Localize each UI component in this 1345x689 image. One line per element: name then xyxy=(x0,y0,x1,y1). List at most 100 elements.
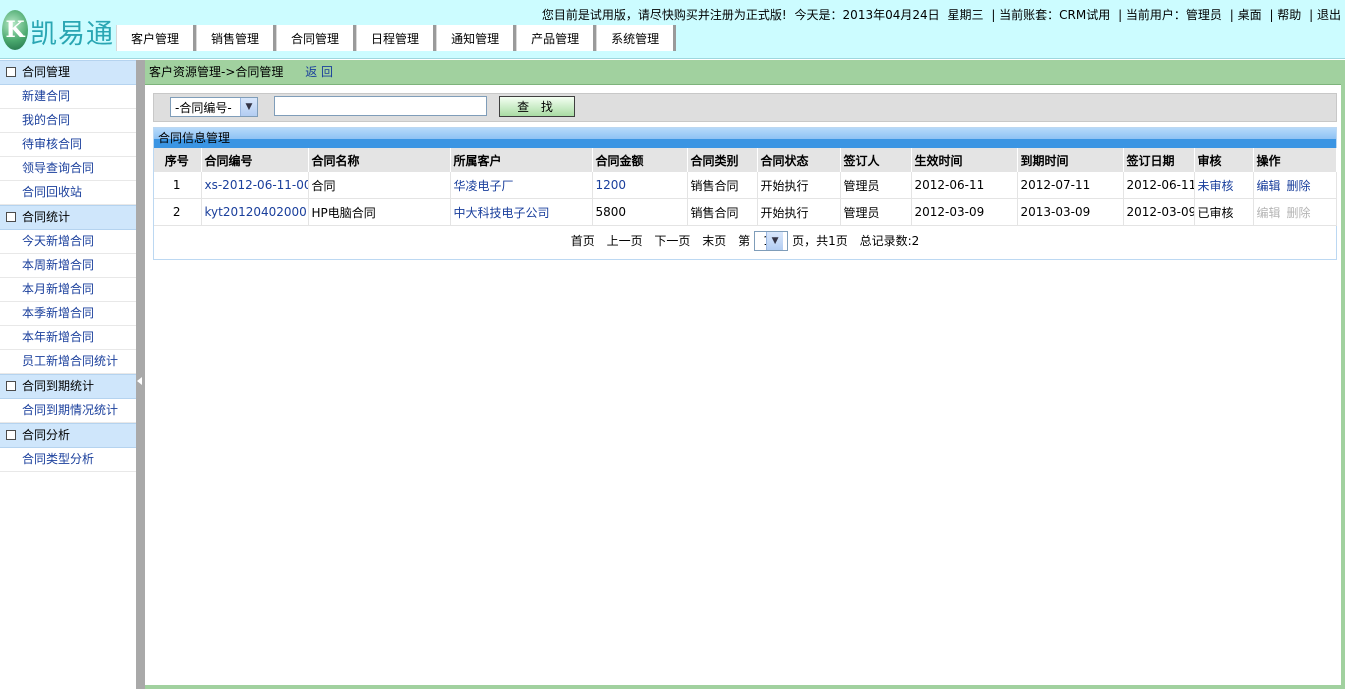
back-link[interactable]: 返 回 xyxy=(305,65,333,79)
pager: 首页 上一页 下一页 末页 第1▼页，共1页 总记录数:2 xyxy=(154,226,1336,256)
pager-page-prefix: 第 xyxy=(738,234,751,248)
nav-tab-product[interactable]: 产品管理 xyxy=(516,25,597,51)
sidebar-item-week-new[interactable]: 本周新增合同 xyxy=(0,254,136,278)
sidebar-item-my-contracts[interactable]: 我的合同 xyxy=(0,109,136,133)
cell-seq: 1 xyxy=(154,172,202,199)
today-date: 今天是：2013年04月24日 xyxy=(794,8,940,22)
logout-link[interactable]: | 退出 xyxy=(1309,8,1341,22)
audit-link[interactable]: 未审核 xyxy=(1198,179,1234,193)
sidebar-item-pending-review[interactable]: 待审核合同 xyxy=(0,133,136,157)
cell-audit: 已审核 xyxy=(1194,198,1254,226)
col-header-code[interactable]: 合同编号 xyxy=(201,148,309,172)
app-header: K 凯易通 您目前是试用版，请尽快购买并注册为正式版! 今天是：2013年04月… xyxy=(0,0,1345,59)
sidebar-item-new-contract[interactable]: 新建合同 xyxy=(0,85,136,109)
col-header-start[interactable]: 生效时间 xyxy=(911,148,1018,172)
col-header-signed[interactable]: 签订日期 xyxy=(1123,148,1195,172)
contract-code-link[interactable]: xs-2012-06-11-001 xyxy=(205,178,308,192)
sidebar-section-title: 合同到期统计 xyxy=(22,379,95,393)
cell-name: HP电脑合同 xyxy=(308,198,451,226)
sidebar-section-contract-manage[interactable]: 合同管理 xyxy=(0,60,136,85)
sidebar-section-title: 合同统计 xyxy=(22,210,71,224)
cell-signed: 2012-06-11 xyxy=(1123,172,1195,199)
sidebar-item-quarter-new[interactable]: 本季新增合同 xyxy=(0,302,136,326)
pager-next[interactable]: 下一页 xyxy=(654,234,690,248)
edit-link[interactable]: 编辑 xyxy=(1257,179,1281,193)
cell-end: 2012-07-11 xyxy=(1017,172,1124,199)
contract-code-link[interactable]: kyt201204020001 xyxy=(205,205,308,219)
breadcrumb: 客户资源管理->合同管理 返 回 xyxy=(145,60,1345,85)
sidebar-section-expiry-stats[interactable]: 合同到期统计 xyxy=(0,374,136,399)
sidebar-item-employee-stats[interactable]: 员工新增合同统计 xyxy=(0,350,136,374)
sidebar-item-month-new[interactable]: 本月新增合同 xyxy=(0,278,136,302)
sidebar-item-recycle-bin[interactable]: 合同回收站 xyxy=(0,181,136,205)
col-header-name[interactable]: 合同名称 xyxy=(308,148,451,172)
sidebar-item-leader-query[interactable]: 领导查询合同 xyxy=(0,157,136,181)
col-header-seq: 序号 xyxy=(154,148,202,172)
pager-page-suffix: 页，共1页 xyxy=(792,234,848,248)
cell-name: 合同 xyxy=(308,172,451,199)
triangle-left-icon[interactable] xyxy=(137,377,142,385)
edit-link-disabled: 编辑 xyxy=(1256,205,1281,220)
col-header-category[interactable]: 合同类别 xyxy=(687,148,758,172)
nav-tab-customer[interactable]: 客户管理 xyxy=(116,25,197,51)
chevron-down-icon[interactable]: ▼ xyxy=(240,98,257,116)
search-bar: -合同编号- ▼ 查 找 xyxy=(153,93,1337,122)
delete-link-disabled: 删除 xyxy=(1286,205,1311,220)
nav-tab-system[interactable]: 系统管理 xyxy=(596,25,677,51)
sidebar-item-type-analysis[interactable]: 合同类型分析 xyxy=(0,448,136,472)
sidebar-section-contract-analysis[interactable]: 合同分析 xyxy=(0,423,136,448)
desktop-link[interactable]: | 桌面 xyxy=(1230,8,1262,22)
nav-tab-contract[interactable]: 合同管理 xyxy=(276,25,357,51)
search-input[interactable] xyxy=(274,96,487,116)
sidebar-item-expiry-report[interactable]: 合同到期情况统计 xyxy=(0,399,136,423)
sidebar-section-title: 合同分析 xyxy=(22,428,71,442)
checkbox-square-icon xyxy=(6,429,16,440)
checkbox-square-icon xyxy=(6,211,16,222)
page-number-select[interactable]: 1▼ xyxy=(754,230,789,251)
cell-signed: 2012-03-09 xyxy=(1123,198,1195,226)
logo: K 凯易通 xyxy=(2,6,113,52)
cell-start: 2012-06-11 xyxy=(911,172,1018,199)
cell-end: 2013-03-09 xyxy=(1017,198,1124,226)
sidebar-section-contract-stats[interactable]: 合同统计 xyxy=(0,205,136,230)
sidebar-splitter[interactable] xyxy=(136,60,145,689)
chevron-down-icon[interactable]: ▼ xyxy=(766,231,784,250)
cell-category: 销售合同 xyxy=(687,172,758,199)
sidebar-item-year-new[interactable]: 本年新增合同 xyxy=(0,326,136,350)
col-header-customer[interactable]: 所属客户 xyxy=(450,148,593,172)
table-row: 2 kyt201204020001 HP电脑合同 中大科技电子公司 5800 销… xyxy=(154,198,1337,226)
table-row: 1 xs-2012-06-11-001 合同 华凌电子厂 1200 销售合同 开… xyxy=(154,172,1337,199)
current-user: | 当前用户：管理员 xyxy=(1118,8,1222,22)
col-header-status[interactable]: 合同状态 xyxy=(757,148,841,172)
cell-signer: 管理员 xyxy=(840,172,912,199)
col-header-end[interactable]: 到期时间 xyxy=(1017,148,1124,172)
nav-tab-notice[interactable]: 通知管理 xyxy=(436,25,517,51)
delete-link[interactable]: 删除 xyxy=(1287,179,1311,193)
customer-link[interactable]: 华凌电子厂 xyxy=(454,179,514,193)
help-link[interactable]: | 帮助 xyxy=(1269,8,1301,22)
nav-tab-sales[interactable]: 销售管理 xyxy=(196,25,277,51)
pager-last[interactable]: 末页 xyxy=(702,234,726,248)
cell-start: 2012-03-09 xyxy=(911,198,1018,226)
cell-seq: 2 xyxy=(154,198,202,226)
search-button[interactable]: 查 找 xyxy=(499,96,575,117)
top-info-bar: 您目前是试用版，请尽快购买并注册为正式版! 今天是：2013年04月24日 星期… xyxy=(538,6,1341,23)
panel-title: 合同信息管理 xyxy=(154,128,1336,148)
col-header-audit: 审核 xyxy=(1194,148,1254,172)
col-header-signer[interactable]: 签订人 xyxy=(840,148,912,172)
pager-prev[interactable]: 上一页 xyxy=(607,234,643,248)
customer-link[interactable]: 中大科技电子公司 xyxy=(454,206,550,220)
cell-category: 销售合同 xyxy=(687,198,758,226)
contract-panel: 合同信息管理 序号 合同编号 合同名称 所属客户 合同金额 合同类别 合同状态 … xyxy=(153,127,1337,260)
sidebar-item-today-new[interactable]: 今天新增合同 xyxy=(0,230,136,254)
sidebar-section-title: 合同管理 xyxy=(22,65,71,79)
pager-first[interactable]: 首页 xyxy=(571,234,595,248)
search-field-select[interactable]: -合同编号- ▼ xyxy=(170,97,258,117)
current-account: | 当前账套：CRM试用 xyxy=(991,8,1111,22)
checkbox-square-icon xyxy=(6,66,16,77)
col-header-ops: 操作 xyxy=(1253,148,1337,172)
col-header-amount[interactable]: 合同金额 xyxy=(592,148,688,172)
right-border-strip xyxy=(1341,60,1345,689)
nav-tab-schedule[interactable]: 日程管理 xyxy=(356,25,437,51)
cell-signer: 管理员 xyxy=(840,198,912,226)
